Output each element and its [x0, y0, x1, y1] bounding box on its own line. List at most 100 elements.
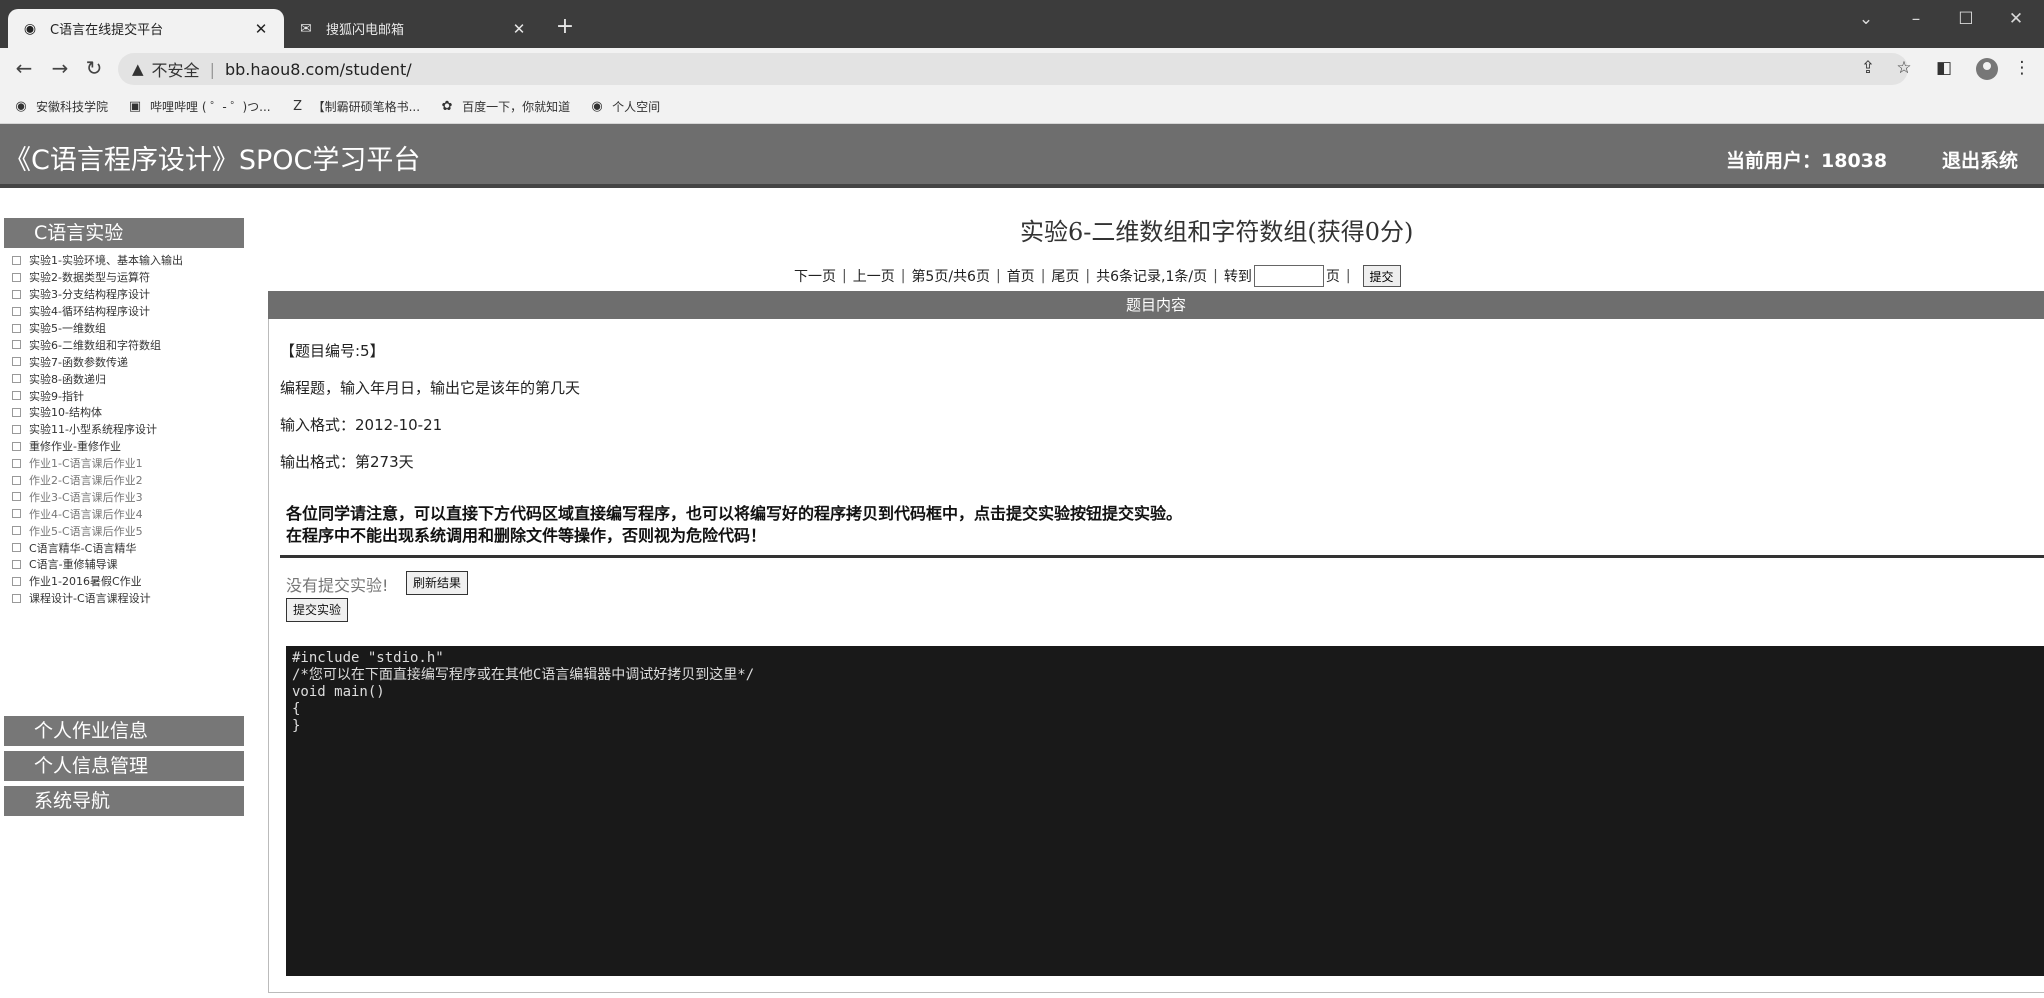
sidebar-item[interactable]: 实验11-小型系统程序设计 — [12, 421, 250, 438]
sidebar-group-system-nav[interactable]: 系统导航 — [4, 786, 244, 816]
code-line: } — [292, 718, 301, 734]
bookmark-star-icon[interactable]: ☆ — [1890, 54, 1918, 82]
reload-icon[interactable]: ↻ — [80, 54, 108, 82]
address-separator: | — [209, 59, 215, 79]
notice-line-2: 在程序中不能出现系统调用和删除文件等操作，否则视为危险代码！ — [286, 526, 767, 545]
mail-icon: ✉ — [300, 20, 312, 37]
tree-node-icon — [12, 509, 21, 519]
sidebar-item[interactable]: 实验1-实验环境、基本输入输出 — [12, 252, 250, 269]
sidebar-item-label: 实验10-结构体 — [29, 406, 102, 420]
bookmark-label: 百度一下，你就知道 — [462, 100, 571, 114]
address-bar[interactable]: ▲ 不安全 | bb.haou8.com/student/ — [118, 53, 1908, 85]
pager-submit-button[interactable]: 提交 — [1362, 265, 1401, 287]
bookmark-item[interactable]: ✿ 百度一下，你就知道 — [440, 98, 570, 115]
next-page-link[interactable]: 下一页 — [794, 266, 836, 286]
pagination: 下一页 | 上一页 | 第5页/共6页 | 首页 | 尾页 | 共6条记录,1条/页 | 转… — [794, 264, 1401, 288]
logout-link[interactable]: 退出系统 — [1942, 146, 2018, 173]
logo-z-icon: Z — [293, 99, 303, 114]
sidebar-item-label: 作业1-2016暑假C作业 — [29, 575, 142, 589]
first-page-link[interactable]: 首页 — [1007, 266, 1035, 286]
sidebar-group-personal-info[interactable]: 个人信息管理 — [4, 751, 244, 781]
refresh-result-button[interactable]: 刷新结果 — [406, 571, 469, 595]
sidebar-item-label: 作业5-C语言课后作业5 — [29, 524, 143, 538]
sidebar-item[interactable]: 实验3-分支结构程序设计 — [12, 286, 250, 303]
page-title: 实验6-二维数组和字符数组(获得0分) — [1020, 218, 1414, 246]
minimize-icon[interactable]: – — [1896, 4, 1936, 34]
menu-kebab-icon[interactable]: ⋮ — [2008, 54, 2036, 82]
paw-icon: ✿ — [441, 99, 453, 114]
new-tab-button[interactable]: + — [552, 14, 578, 39]
last-page-link[interactable]: 尾页 — [1051, 266, 1079, 286]
code-line: #include "stdio.h" — [292, 650, 444, 666]
tree-node-icon — [12, 576, 21, 586]
sidebar-item-label: 作业2-C语言课后作业2 — [29, 474, 143, 488]
sidebar-list: 实验1-实验环境、基本输入输出 实验2-数据类型与运算符 实验3-分支结构程序设计实… — [12, 252, 250, 607]
sidebar-item[interactable]: C语言-重修辅导课 — [12, 556, 250, 573]
sidebar-item-label: 重修作业-重修作业 — [29, 440, 121, 454]
sidebar-item[interactable]: 重修作业-重修作业 — [12, 438, 250, 455]
output-format: 输出格式：第273天 — [280, 453, 414, 471]
sidebar-item[interactable]: 作业5-C语言课后作业5 — [12, 522, 250, 539]
side-panel-icon[interactable]: ◧ — [1930, 54, 1958, 82]
maximize-icon[interactable]: ☐ — [1946, 4, 1986, 34]
forward-icon[interactable]: → — [46, 54, 74, 82]
sidebar-item[interactable]: 作业1-C语言课后作业1 — [12, 455, 250, 472]
sidebar-item-label: 作业3-C语言课后作业3 — [29, 490, 143, 504]
browser-tab-strip: ◉ C语言在线提交平台 ✕ ✉ 搜狐闪电邮箱 ✕ + ⌄ – ☐ ✕ — [0, 0, 2044, 48]
bookmark-item[interactable]: ◉ 个人空间 — [590, 98, 660, 115]
sidebar-item-label: 实验2-数据类型与运算符 — [29, 271, 150, 285]
goto-page-input[interactable] — [1253, 265, 1324, 287]
tv-icon: ▣ — [128, 99, 142, 114]
sidebar-item[interactable]: 实验4-循环结构程序设计 — [12, 303, 250, 320]
sidebar-group-personal-homework[interactable]: 个人作业信息 — [4, 716, 244, 746]
tab-title: C语言在线提交平台 — [50, 23, 164, 38]
code-editor[interactable]: #include "stdio.h"/*您可以在下面直接编写程序或在其他C语言编… — [286, 646, 2044, 976]
tree-node-icon — [12, 357, 21, 367]
tree-node-icon — [12, 289, 21, 299]
globe-icon: ◉ — [591, 99, 603, 114]
tab-search-icon[interactable]: ⌄ — [1846, 4, 1886, 34]
bookmark-label: 【制霸研硕笔格书... — [312, 100, 421, 114]
sidebar-item-label: 实验11-小型系统程序设计 — [29, 423, 157, 437]
sidebar-item[interactable]: C语言精华-C语言精华 — [12, 539, 250, 556]
back-icon[interactable]: ← — [10, 54, 38, 82]
sidebar-item[interactable]: 实验9-指针 — [12, 387, 250, 404]
tab-sohu-mail[interactable]: ✉ 搜狐闪电邮箱 ✕ — [284, 9, 542, 48]
sidebar-item[interactable]: 作业1-2016暑假C作业 — [12, 573, 250, 590]
tree-node-icon — [12, 255, 21, 265]
tree-node-icon — [12, 593, 21, 603]
tab-c-platform[interactable]: ◉ C语言在线提交平台 ✕ — [8, 9, 284, 48]
share-icon[interactable]: ⇪ — [1854, 54, 1882, 82]
sidebar-item-label: 实验6-二维数组和字符数组 — [29, 338, 161, 352]
url-text: bb.haou8.com/student/ — [224, 59, 412, 79]
close-tab-icon[interactable]: ✕ — [252, 20, 270, 38]
bookmark-item[interactable]: ◉ 安徽科技学院 — [14, 98, 108, 115]
sidebar-section-c-experiments[interactable]: C语言实验 — [4, 218, 244, 248]
code-line: /*您可以在下面直接编写程序或在其他C语言编辑器中调试好拷贝到这里*/ — [292, 667, 755, 683]
warning-icon: ▲ — [132, 60, 144, 78]
bookmark-item[interactable]: Z 【制霸研硕笔格书... — [291, 98, 420, 115]
site-header: 《C语言程序设计》SPOC学习平台 当前用户：18038 退出系统 — [0, 124, 2044, 188]
window-close-icon[interactable]: ✕ — [1996, 4, 2036, 34]
sidebar-item[interactable]: 作业3-C语言课后作业3 — [12, 488, 250, 505]
divider — [280, 555, 2044, 558]
sidebar-item[interactable]: 作业4-C语言课后作业4 — [12, 505, 250, 522]
sidebar-item-label: 实验3-分支结构程序设计 — [29, 288, 150, 302]
tree-node-icon — [12, 543, 21, 553]
sidebar-item[interactable]: 实验8-函数递归 — [12, 370, 250, 387]
profile-avatar-icon[interactable] — [1976, 58, 1998, 80]
submit-experiment-button[interactable]: 提交实验 — [286, 598, 349, 622]
sidebar-item[interactable]: 实验5-一维数组 — [12, 320, 250, 337]
sidebar-item[interactable]: 课程设计-C语言课程设计 — [12, 590, 250, 607]
sidebar-item[interactable]: 实验6-二维数组和字符数组 — [12, 336, 250, 353]
sidebar-item[interactable]: 实验10-结构体 — [12, 404, 250, 421]
page-unit-label: 页 — [1325, 269, 1340, 285]
bookmarks-bar: ◉ 安徽科技学院 ▣ 哔哩哔哩 ( ゜- ゜)つ... Z 【制霸研硕笔格书..… — [0, 90, 2044, 124]
sidebar-item-label: 作业1-C语言课后作业1 — [29, 457, 143, 471]
sidebar-item[interactable]: 实验7-函数参数传递 — [12, 353, 250, 370]
sidebar-item[interactable]: 作业2-C语言课后作业2 — [12, 472, 250, 489]
bookmark-item[interactable]: ▣ 哔哩哔哩 ( ゜- ゜)つ... — [128, 98, 271, 115]
prev-page-link[interactable]: 上一页 — [853, 266, 895, 286]
close-tab-icon[interactable]: ✕ — [510, 20, 528, 38]
sidebar-item[interactable]: 实验2-数据类型与运算符 — [12, 269, 250, 286]
